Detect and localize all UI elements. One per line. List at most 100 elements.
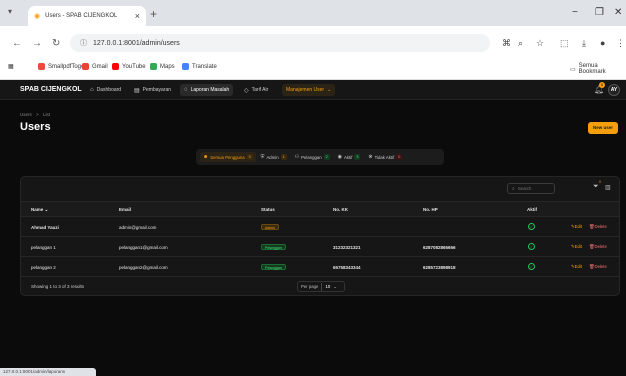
table-row[interactable]: pelanggan 1 pelanggan1@gmail.com Pelangg… [21,237,619,257]
nav-tarif-air[interactable]: ◇ Tarif Air [240,84,272,96]
nav-manajemen-user[interactable]: Manajemen User ⌄ [282,84,336,96]
back-icon[interactable]: ← [12,38,22,49]
check-circle-icon: ✓ [528,263,535,270]
tab-semua-pengguna[interactable]: ☻ Semua Pengguna 3 [200,152,256,162]
cell-no-hp: 6285723898918 [423,265,456,270]
home-icon: ⌂ [90,87,94,93]
tab-tidak-aktif[interactable]: ⊗ Tidak Aktif 0 [365,152,405,162]
sort-icon: ⌄ [44,207,49,212]
tab-aktif[interactable]: ◉ Aktif 3 [335,152,364,162]
column-aktif: Aktif [527,207,537,212]
notification-badge: 0 [599,82,605,88]
x-circle-icon: ⊗ [368,154,373,160]
translate-page-icon[interactable]: ⌘ [502,38,511,49]
chevron-down-icon: ⌄ [327,87,332,93]
extensions-icon[interactable]: ⬚ [560,38,569,49]
apps-icon[interactable]: ▦ [8,63,14,70]
new-user-button[interactable]: New user [588,122,618,134]
table-footer: Showing 1 to 3 of 3 results Per page 10 … [21,277,619,297]
filter-count-badge: 0 [599,180,601,184]
nav-pembayaran[interactable]: ▤ Pembayaran [130,84,175,96]
cell-name: Ahmad Yauzi [31,225,59,230]
maximize-icon[interactable]: ❐ [595,7,604,18]
new-tab-icon[interactable]: + [150,7,157,21]
cell-email: pelanggan2@gmail.com [119,265,168,270]
star-icon[interactable]: ☆ [536,38,544,49]
status-badge: Pelanggan [261,244,286,250]
status-badge: Pelanggan [261,264,286,270]
site-info-icon[interactable]: ⓘ [80,38,87,48]
status-badge: Admin [261,224,279,230]
profile-icon[interactable]: ● [600,38,605,48]
check-circle-icon: ◉ [337,154,343,160]
all-bookmarks[interactable]: ▭ Semua Bookmark [570,63,626,75]
search-input[interactable]: ⌕ Search [507,183,555,194]
tab-list-icon[interactable]: ▾ [8,7,12,16]
tab-title: Users - SPAB CIJENGKOL [45,13,118,19]
close-icon[interactable]: × [135,11,140,21]
folder-icon: ▭ [570,66,576,73]
edit-button[interactable]: ✎Edit [571,224,582,230]
column-email: Email [119,207,132,212]
columns-icon[interactable]: ▥ [605,184,611,191]
menu-icon[interactable]: ⋮ [616,38,625,49]
bookmarks-bar: ▦ SmallpdfTogo Gmail YouTube Maps Transl… [0,56,626,80]
nav-laporan-masalah[interactable]: ◌ Laporan Masalah [180,84,234,96]
users-icon: ☻ [203,154,209,160]
per-page-select[interactable]: Per page 10 ⌄ [297,281,345,292]
filter-tabs: ☻ Semua Pengguna 3 ⛨ Admin 1 ⚇ Pelanggan 2 ◉ Ak… [196,149,444,165]
delete-button[interactable]: 🗑︎Delete [589,264,607,270]
chevron-down-icon: ⌄ [333,283,337,289]
table-row[interactable]: Ahmad Yauzi admin@gmail.com Admin ✓ ✎Edi… [21,217,619,237]
breadcrumb-separator: > [36,112,39,117]
tag-icon: ◇ [244,87,249,94]
top-navigation: SPAB CIJENGKOL ⌂ Dashboard ▤ Pembayaran ◌ L… [0,80,626,100]
tab-pelanggan[interactable]: ⚇ Pelanggan 2 [292,152,333,162]
bookmark-youtube[interactable]: YouTube [112,63,146,70]
cell-no-hp: 6287082865656 [423,245,456,250]
column-no-kk: No. KK [333,207,348,212]
avatar[interactable]: AY [608,84,620,96]
tab-admin[interactable]: ⛨ Admin 1 [258,152,290,162]
check-circle-icon: ✓ [528,243,535,250]
pagination-summary: Showing 1 to 3 of 3 results [31,284,85,289]
address-bar: ← → ↻ ⓘ 127.0.0.1:8001/admin/users ⌘ ⌕ ☆… [0,26,626,60]
cell-name: pelanggan 2 [31,265,56,270]
edit-button[interactable]: ✎Edit [571,264,582,270]
status-bar-url: 127.0.0.1:8001/admin/laporans [0,368,96,376]
filter-icon[interactable]: ⏷ [593,183,599,191]
edit-button[interactable]: ✎Edit [571,244,582,250]
forward-icon[interactable]: → [32,38,42,49]
bookmark-gmail[interactable]: Gmail [82,63,108,70]
bookmark-maps[interactable]: Maps [150,63,175,70]
breadcrumb-users[interactable]: Users [20,112,32,117]
zoom-icon[interactable]: ⌕ [518,38,523,49]
breadcrumb-list: List [42,112,50,117]
url-input[interactable]: ⓘ 127.0.0.1:8001/admin/users [70,34,490,52]
delete-button[interactable]: 🗑︎Delete [589,244,607,250]
browser-chrome: ▾ ◉ Users - SPAB CIJENGKOL × + − ❐ ✕ ← →… [0,0,626,80]
search-icon: ⌕ [512,185,515,192]
url-text: 127.0.0.1:8001/admin/users [93,39,180,47]
minimize-icon[interactable]: − [572,7,578,18]
user-group-icon: ⚇ [294,154,300,160]
window-close-icon[interactable]: ✕ [614,7,622,18]
cell-no-kk: 65758343344 [333,265,361,270]
download-icon[interactable]: ⤓ [582,38,586,49]
cell-no-kk: 31232321321 [333,245,361,250]
check-circle-icon: ✓ [528,223,535,230]
column-no-hp: No. HP [423,207,438,212]
brand-logo[interactable]: SPAB CIJENGKOL [20,86,82,93]
table-header: Name ⌄ Email Status No. KK No. HP Aktif [21,201,619,217]
column-status: Status [261,207,275,212]
reload-icon[interactable]: ↻ [52,38,60,49]
column-name[interactable]: Name ⌄ [31,207,48,213]
breadcrumb: Users > List [20,112,50,117]
bookmark-translate[interactable]: Translate [182,63,217,70]
delete-button[interactable]: 🗑︎Delete [589,224,607,230]
bookmark-smallpdf[interactable]: SmallpdfTogo [38,63,84,70]
browser-tab[interactable]: ◉ Users - SPAB CIJENGKOL × [28,6,146,26]
nav-dashboard[interactable]: ⌂ Dashboard [86,84,125,96]
table-row[interactable]: pelanggan 2 pelanggan2@gmail.com Pelangg… [21,257,619,277]
users-table: ⌕ Search ⏷ 0 ▥ Name ⌄ Email Status No. K… [20,176,620,296]
